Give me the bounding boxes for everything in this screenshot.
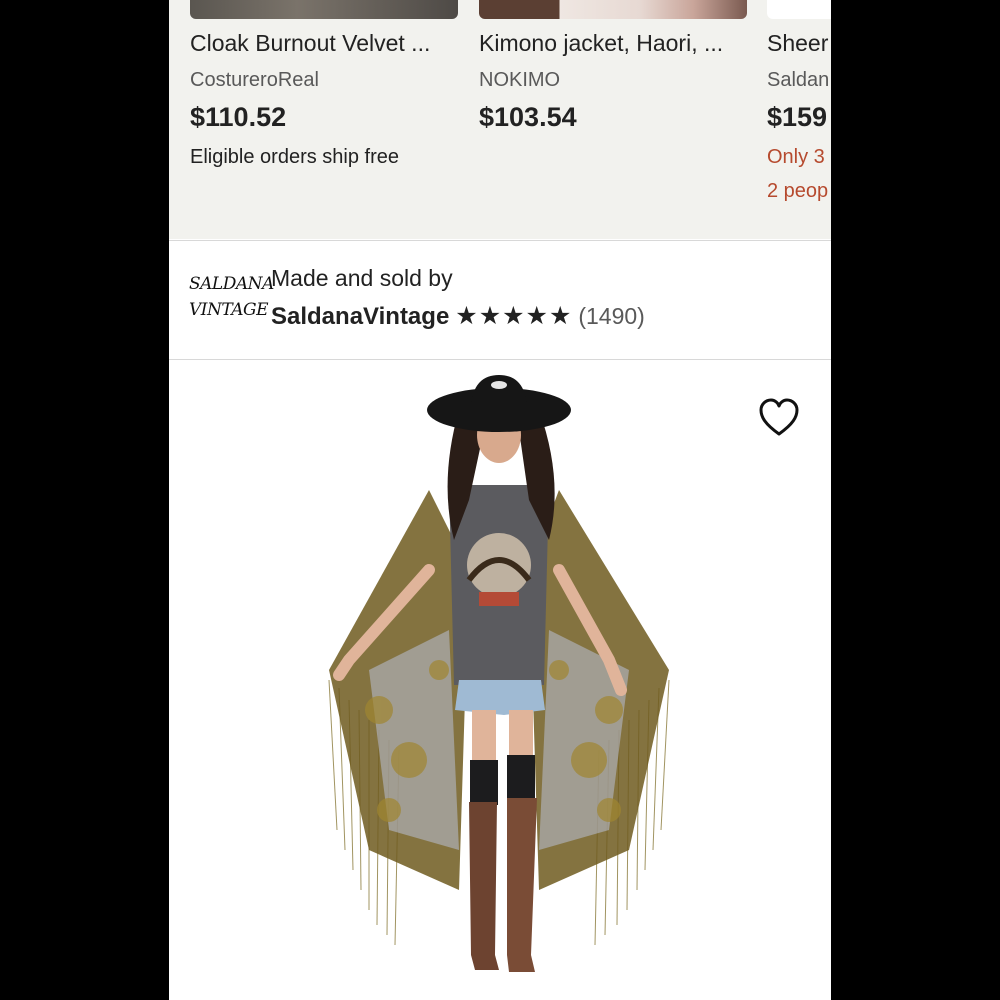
review-count: (1490)	[578, 303, 645, 329]
rec-thumbnail[interactable]	[190, 0, 458, 19]
free-shipping-note: Eligible orders ship free	[190, 146, 399, 168]
favorite-button[interactable]	[757, 398, 801, 438]
rec-thumbnail[interactable]	[767, 0, 831, 19]
rating-stars: ★★★★★	[455, 302, 573, 330]
rec-shop-name: NOKIMO	[479, 69, 561, 91]
rec-title[interactable]: Sheer	[767, 30, 831, 57]
logo-line: SALDANA	[189, 274, 274, 294]
heart-outline-icon	[759, 398, 799, 436]
recommendations-carousel[interactable]: Cloak Burnout Velvet ... CostureroReal $…	[169, 0, 831, 239]
phone-screen: Cloak Burnout Velvet ... CostureroReal $…	[169, 0, 831, 1000]
rec-price: $110.52	[190, 102, 287, 132]
rec-price: $103.54	[479, 102, 577, 132]
product-photo	[328, 375, 670, 972]
seller-row[interactable]: SALDANA VINTAGE Made and sold by Saldana…	[169, 240, 831, 360]
rec-thumbnail[interactable]	[479, 0, 747, 19]
rec-title[interactable]: Cloak Burnout Velvet ...	[190, 30, 458, 57]
demand-warning: 2 peop	[767, 180, 829, 202]
seller-name[interactable]: SaldanaVintage	[271, 303, 449, 330]
rec-title[interactable]: Kimono jacket, Haori, ...	[479, 30, 747, 57]
shop-logo[interactable]: SALDANA VINTAGE	[189, 271, 274, 327]
product-image-area[interactable]	[169, 360, 831, 1000]
rec-shop-name: CostureroReal	[190, 69, 319, 91]
stock-warning: Only 3	[767, 146, 825, 168]
rec-price: $159	[767, 102, 828, 132]
rec-shop-name: Saldan	[767, 69, 830, 91]
made-by-label: Made and sold by	[271, 265, 453, 291]
seller-info: SaldanaVintage ★★★★★ (1490)	[271, 301, 645, 331]
logo-line: VINTAGE	[189, 300, 269, 320]
